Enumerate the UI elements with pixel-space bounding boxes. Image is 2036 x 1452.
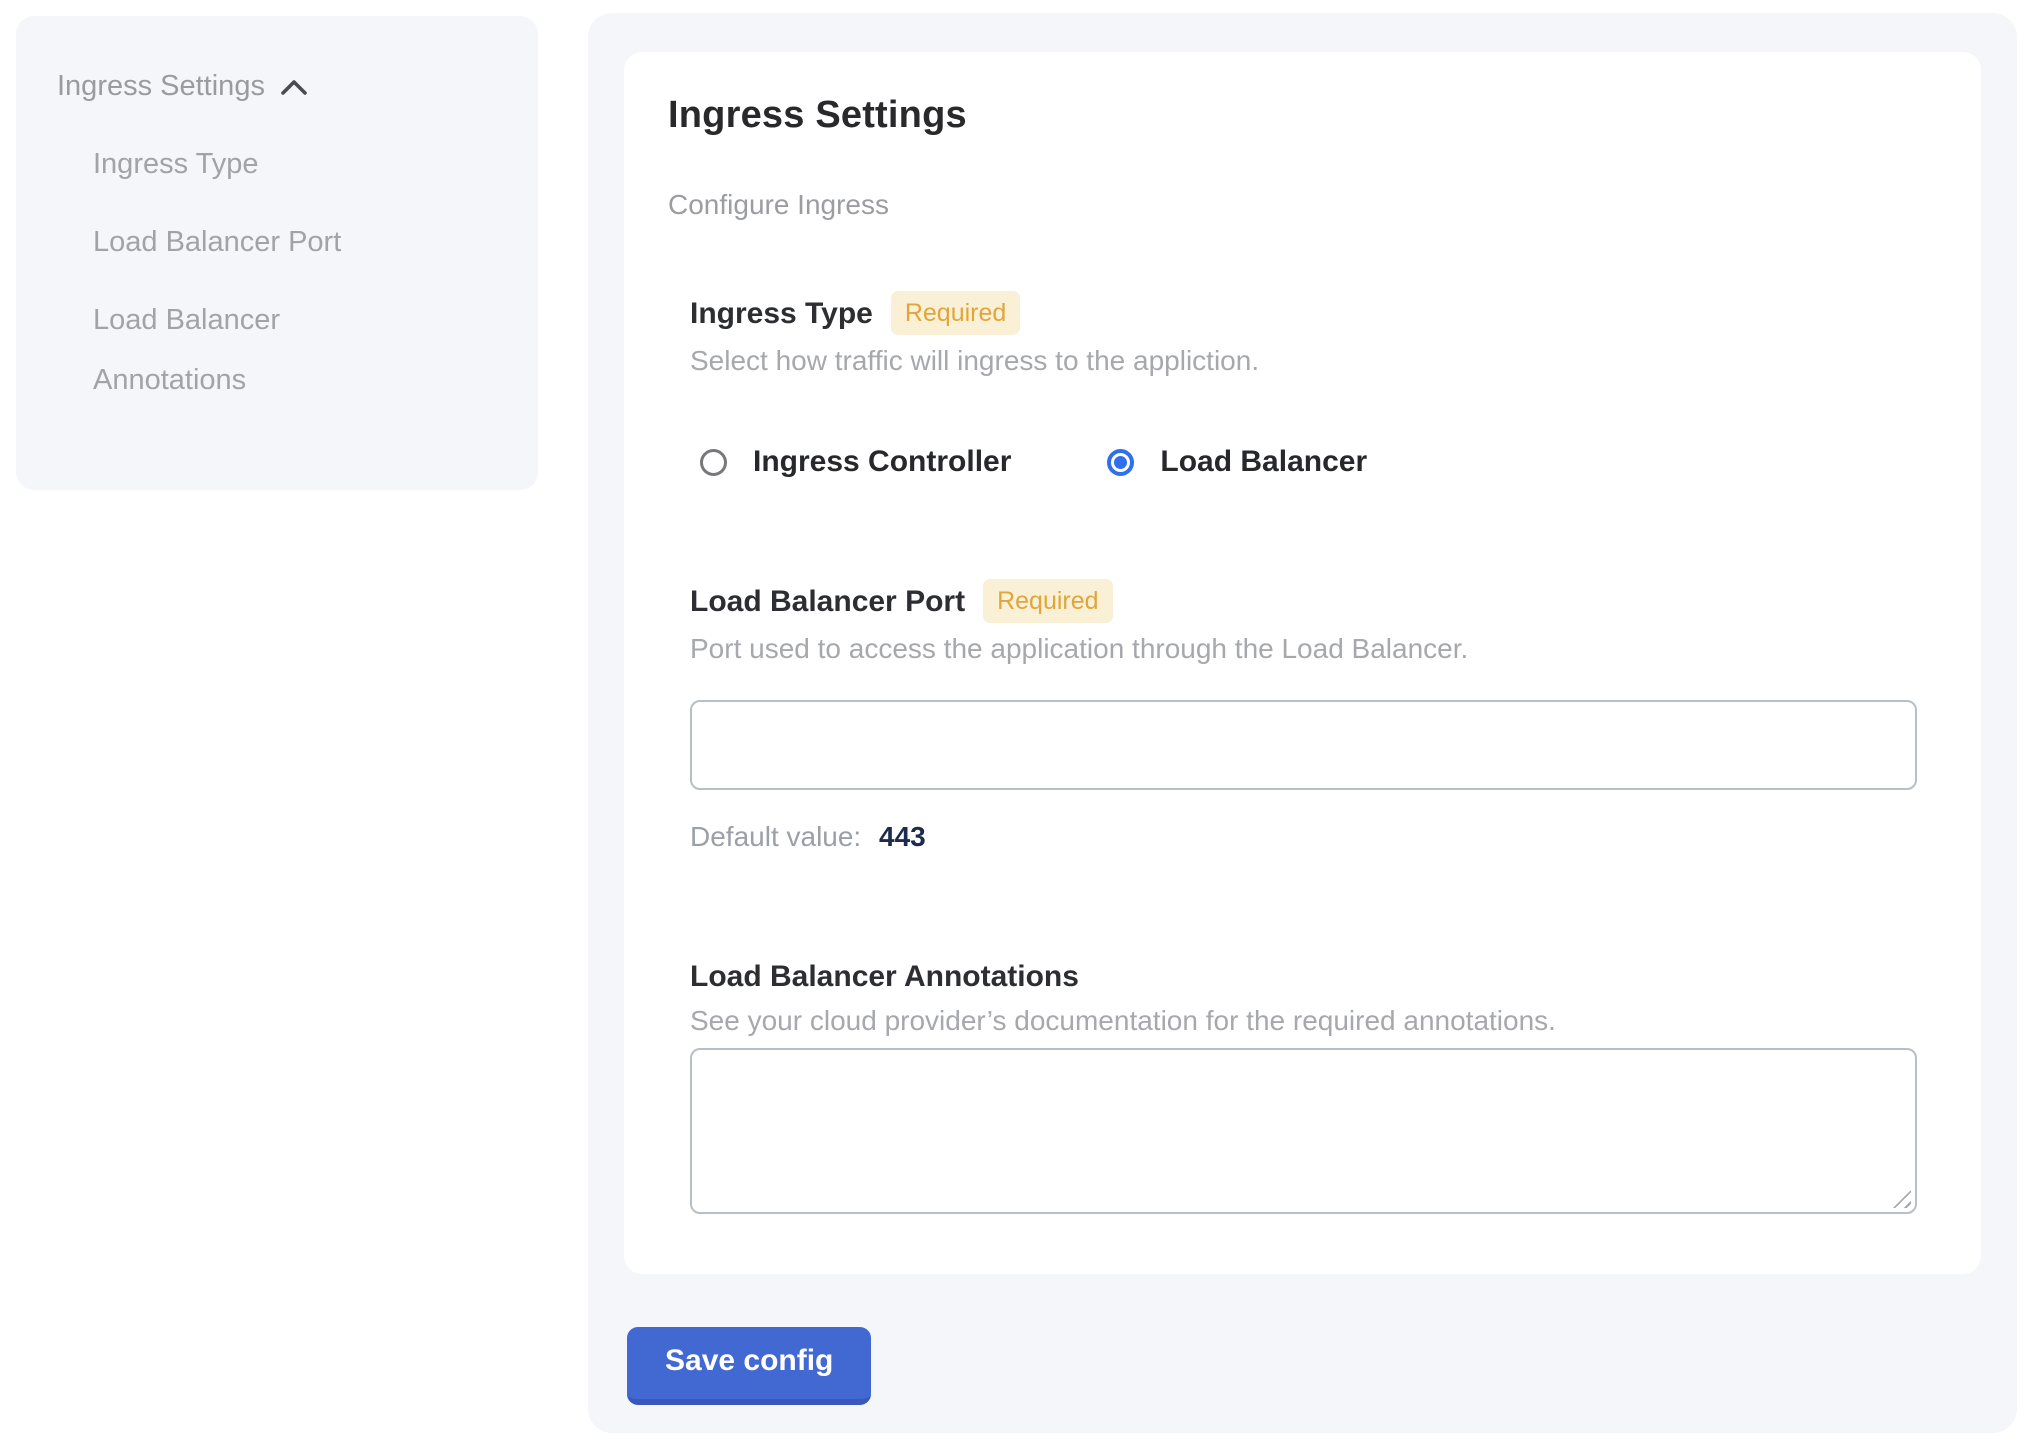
required-badge: Required [983,579,1112,623]
radio-load-balancer-label: Load Balancer [1160,444,1367,480]
chevron-up-icon [279,78,309,98]
sidebar-item-load-balancer-port[interactable]: Load Balancer Port [93,212,383,272]
load-balancer-port-input[interactable] [690,700,1917,790]
ingress-settings-card: Ingress Settings Configure Ingress Ingre… [624,52,1981,1274]
radio-unselected-icon [700,449,727,476]
load-balancer-port-description: Port used to access the application thro… [690,632,1919,666]
field-load-balancer-annotations: Load Balancer Annotations See your cloud… [690,958,1919,1214]
radio-load-balancer[interactable]: Load Balancer [1097,444,1367,480]
settings-nav-sidebar: Ingress Settings Ingress Type Load Balan… [16,16,538,490]
load-balancer-annotations-description: See your cloud provider’s documentation … [690,1004,1919,1038]
default-value-label: Default value: [690,821,861,852]
sidebar-item-list: Ingress Type Load Balancer Port Load Bal… [93,134,498,410]
field-ingress-type: Ingress Type Required Select how traffic… [690,292,1919,480]
sidebar-item-ingress-type[interactable]: Ingress Type [93,134,383,194]
required-badge: Required [891,291,1020,335]
radio-selected-icon [1107,449,1134,476]
load-balancer-port-label: Load Balancer Port [690,583,965,621]
load-balancer-annotations-label: Load Balancer Annotations [690,958,1079,996]
page-title: Ingress Settings [668,92,1919,138]
field-load-balancer-port: Load Balancer Port Required Port used to… [690,580,1919,854]
sidebar-section-label: Ingress Settings [57,66,265,106]
page-subtitle: Configure Ingress [668,188,1919,222]
radio-ingress-controller[interactable]: Ingress Controller [690,444,1011,480]
radio-ingress-controller-label: Ingress Controller [753,444,1011,480]
ingress-type-label: Ingress Type [690,295,873,333]
ingress-type-radio-group: Ingress Controller Load Balancer [690,444,1919,480]
default-value-number: 443 [879,821,926,852]
ingress-settings-panel: Ingress Settings Configure Ingress Ingre… [588,13,2017,1433]
load-balancer-annotations-textarea[interactable] [690,1048,1917,1214]
ingress-type-description: Select how traffic will ingress to the a… [690,344,1919,378]
save-config-button[interactable]: Save config [627,1327,871,1405]
sidebar-section-ingress-settings[interactable]: Ingress Settings [57,66,498,106]
default-value-row: Default value: 443 [690,820,1919,854]
sidebar-item-load-balancer-annotations[interactable]: Load Balancer Annotations [93,290,383,410]
